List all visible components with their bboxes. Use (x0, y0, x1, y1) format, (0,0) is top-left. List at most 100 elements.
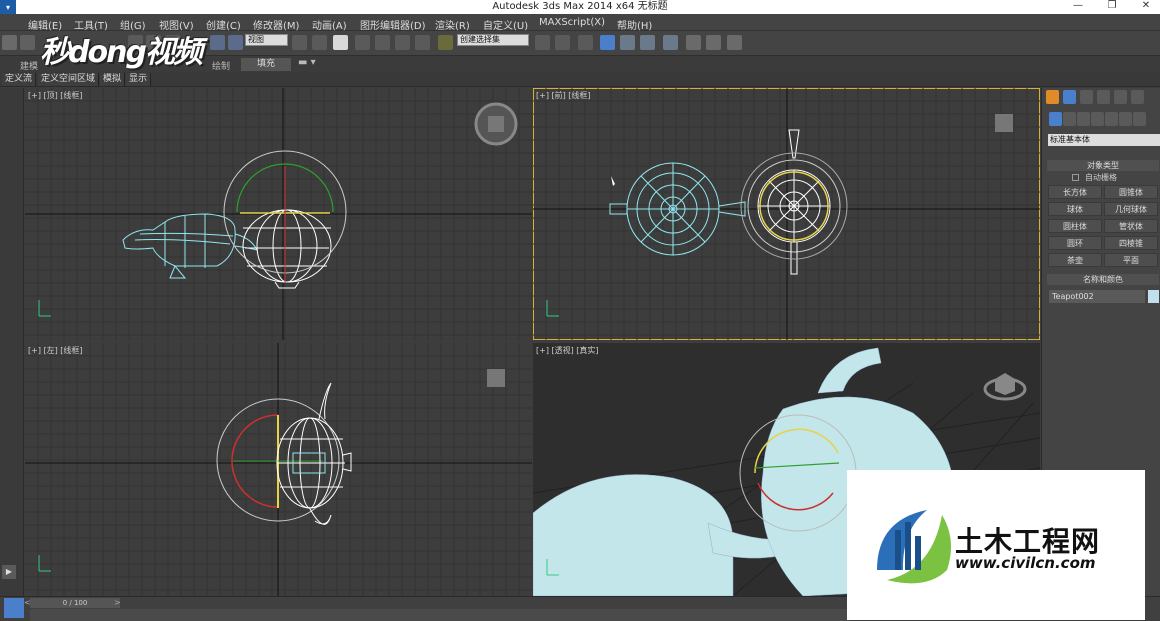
shapes-icon[interactable] (1063, 112, 1076, 126)
viewport-top[interactable]: [+] [顶] [线框] (25, 88, 532, 340)
subtab-define-flow[interactable]: 定义流 (2, 73, 37, 86)
teapot-button[interactable]: 茶壶 (1048, 253, 1102, 267)
viewport-left[interactable]: [+] [左] [线框] (25, 343, 532, 596)
render-teapot-icon[interactable] (727, 35, 742, 50)
layer-icon[interactable] (578, 35, 593, 50)
viewport-label-perspective[interactable]: [+] [透视] [真实] (536, 345, 599, 356)
render-setup-icon[interactable] (686, 35, 701, 50)
geometry-icon[interactable] (1049, 112, 1062, 126)
ribbon-tab-paint[interactable]: 绘制 (212, 59, 230, 72)
scale-icon[interactable] (228, 35, 243, 50)
subtab-display[interactable]: 显示 (126, 73, 152, 86)
expand-arrow-icon[interactable]: ▶ (2, 565, 16, 579)
schematic-view-icon[interactable] (640, 35, 655, 50)
viewport-front-canvas (533, 88, 1040, 340)
minimize-button[interactable]: — (1068, 0, 1088, 13)
keyboard-shortcut-icon[interactable] (333, 35, 348, 50)
teapot-wireframe-side (122, 213, 258, 279)
menu-views[interactable]: 视图(V) (159, 17, 194, 32)
systems-icon[interactable] (1133, 112, 1146, 126)
window-title: Autodesk 3ds Max 2014 x64 无标题 (492, 1, 668, 12)
sphere-button[interactable]: 球体 (1048, 202, 1102, 216)
subtab-simulate[interactable]: 模拟 (100, 73, 126, 86)
box-button[interactable]: 长方体 (1048, 185, 1102, 199)
material-editor-icon[interactable] (663, 35, 678, 50)
cone-button[interactable]: 圆锥体 (1104, 185, 1158, 199)
restore-button[interactable]: ❐ (1102, 0, 1122, 13)
hierarchy-tab-icon[interactable] (1080, 90, 1093, 104)
rollout-object-type[interactable]: 对象类型 (1047, 160, 1159, 171)
mirror-icon[interactable] (535, 35, 550, 50)
time-slider[interactable]: 0 / 100 (30, 598, 120, 608)
viewcube-left-icon (487, 369, 505, 387)
time-next-button[interactable]: > (114, 598, 121, 607)
category-dropdown[interactable]: 标准基本体 (1048, 134, 1160, 146)
ribbon-tab-fill[interactable]: 填充 (241, 58, 291, 71)
torus-button[interactable]: 圆环 (1048, 236, 1102, 250)
menu-rendering[interactable]: 渲染(R) (435, 17, 470, 32)
civilcn-logo-url: www.civilcn.com (955, 554, 1096, 572)
snap-toggle-icon[interactable] (355, 35, 370, 50)
pivot-icon[interactable] (292, 35, 307, 50)
menu-help[interactable]: 帮助(H) (617, 17, 652, 32)
cameras-icon[interactable] (1091, 112, 1104, 126)
helpers-icon[interactable] (1105, 112, 1118, 126)
viewport-left-canvas (25, 343, 532, 596)
angle-snap-icon[interactable] (375, 35, 390, 50)
display-tab-icon[interactable] (1114, 90, 1127, 104)
geosphere-button[interactable]: 几何球体 (1104, 202, 1158, 216)
menu-create[interactable]: 创建(C) (206, 17, 241, 32)
viewport-label-front[interactable]: [+] [前] [线框] (536, 90, 591, 101)
ribbon-tab-modeling[interactable]: 建模 (20, 59, 38, 72)
modify-tab-icon[interactable] (1063, 90, 1076, 104)
ribbon-toggle-icon[interactable] (600, 35, 615, 50)
track-bar[interactable] (30, 609, 850, 621)
rollout-name-color[interactable]: 名称和颜色 (1047, 274, 1159, 285)
menu-maxscript[interactable]: MAXScript(X) (539, 17, 605, 28)
tube-button[interactable]: 管状体 (1104, 219, 1158, 233)
spacewarps-icon[interactable] (1119, 112, 1132, 126)
ribbon-options-icon[interactable]: ▬ ▾ (298, 57, 316, 68)
align-icon[interactable] (555, 35, 570, 50)
render-frame-icon[interactable] (706, 35, 721, 50)
teapot-wireframe-left (276, 382, 352, 525)
unlink-icon[interactable] (20, 35, 35, 50)
subtab-define-space[interactable]: 定义空间区域 (38, 73, 100, 86)
named-selection-dropdown[interactable]: 创建选择集 (457, 34, 529, 46)
title-bar: Autodesk 3ds Max 2014 x64 无标题 — ❐ ✕ (0, 0, 1160, 14)
auto-grid-checkbox[interactable]: 自动栅格 (1072, 172, 1117, 183)
link-icon[interactable] (2, 35, 17, 50)
menu-modifiers[interactable]: 修改器(M) (253, 17, 299, 32)
menu-graph-editors[interactable]: 图形编辑器(D) (360, 17, 426, 32)
utilities-tab-icon[interactable] (1131, 90, 1144, 104)
manipulate-icon[interactable] (312, 35, 327, 50)
viewport-front[interactable]: [+] [前] [线框] (533, 88, 1040, 340)
menu-group[interactable]: 组(G) (120, 17, 146, 32)
object-color-swatch[interactable] (1148, 290, 1159, 303)
rotate-icon[interactable] (210, 35, 225, 50)
cylinder-button[interactable]: 圆柱体 (1048, 219, 1102, 233)
motion-tab-icon[interactable] (1097, 90, 1110, 104)
plane-button[interactable]: 平面 (1104, 253, 1158, 267)
percent-snap-icon[interactable] (395, 35, 410, 50)
civilcn-logo-icon (877, 510, 951, 584)
menu-tools[interactable]: 工具(T) (74, 17, 108, 32)
viewport-label-top[interactable]: [+] [顶] [线框] (28, 90, 83, 101)
lights-icon[interactable] (1077, 112, 1090, 126)
object-name-field[interactable]: Teapot002 (1049, 290, 1145, 303)
mini-listener-icon[interactable] (4, 598, 24, 618)
reference-coord-dropdown[interactable]: 视图 (245, 34, 288, 46)
curve-editor-icon[interactable] (620, 35, 635, 50)
edit-named-sel-icon[interactable] (438, 35, 453, 50)
menu-bar: 编辑(E) 工具(T) 组(G) 视图(V) 创建(C) 修改器(M) 动画(A… (0, 14, 1160, 32)
teapot-top-view-2-selected (747, 129, 841, 275)
viewport-top-canvas (25, 88, 532, 340)
create-tab-icon[interactable] (1046, 90, 1059, 104)
menu-animation[interactable]: 动画(A) (312, 17, 347, 32)
spinner-snap-icon[interactable] (415, 35, 430, 50)
pyramid-button[interactable]: 四棱锥 (1104, 236, 1158, 250)
close-button[interactable]: ✕ (1136, 0, 1156, 13)
menu-edit[interactable]: 编辑(E) (28, 17, 62, 32)
viewport-label-left[interactable]: [+] [左] [线框] (28, 345, 83, 356)
menu-customize[interactable]: 自定义(U) (483, 17, 528, 32)
